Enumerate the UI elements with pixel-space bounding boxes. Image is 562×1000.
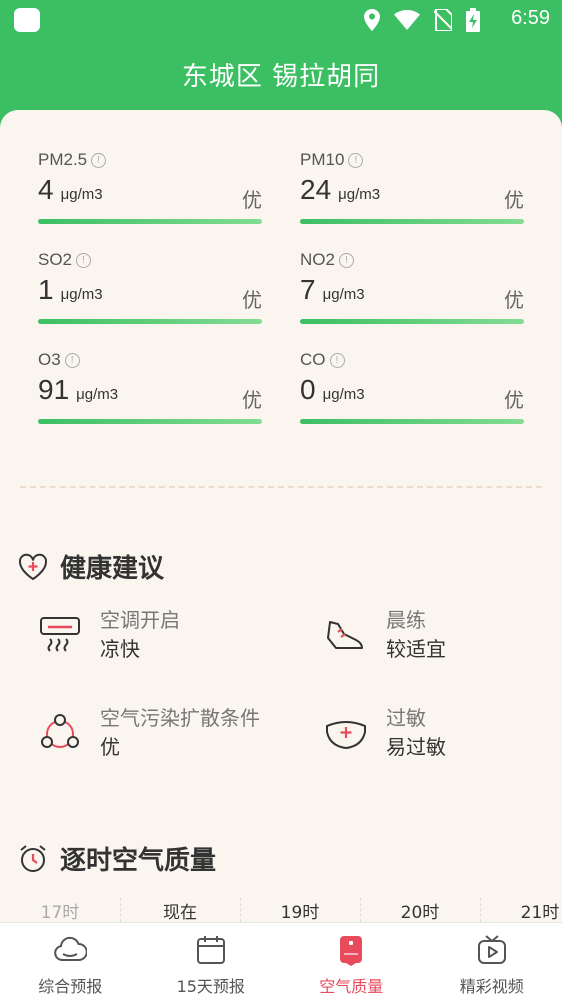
advice-value: 较适宜 bbox=[386, 637, 446, 661]
tab-15-day-forecast[interactable]: 15天预报 bbox=[141, 923, 282, 1000]
pollutant-unit: μg/m3 bbox=[338, 186, 381, 203]
location-title[interactable]: 东城区 锡拉胡同 bbox=[0, 56, 562, 93]
allergy-icon bbox=[326, 721, 366, 750]
tab-label: 空气质量 bbox=[319, 977, 384, 996]
pollutant-name: CO bbox=[300, 350, 326, 369]
hour-label: 20时 bbox=[400, 903, 440, 922]
pollutant-no2: NO2! 7 μg/m3 优 bbox=[300, 250, 524, 340]
sneaker-icon bbox=[327, 621, 363, 649]
info-icon[interactable]: ! bbox=[329, 352, 345, 368]
pollutant-level-bar bbox=[38, 219, 262, 224]
diffusion-icon bbox=[41, 714, 79, 748]
tab-label: 综合预报 bbox=[38, 977, 103, 996]
battery-charging-icon bbox=[466, 8, 480, 32]
info-icon[interactable]: ! bbox=[64, 352, 80, 368]
pollutant-name: SO2 bbox=[38, 250, 73, 269]
pollutant-value: 24 bbox=[300, 174, 332, 205]
tab-featured-videos[interactable]: 精彩视频 bbox=[422, 923, 562, 1000]
pollutant-value: 0 bbox=[300, 374, 316, 405]
alarm-clock-icon bbox=[20, 844, 46, 872]
info-icon[interactable]: ! bbox=[91, 152, 107, 168]
pollutant-unit: μg/m3 bbox=[76, 386, 119, 403]
advice-label: 空气污染扩散条件 bbox=[100, 706, 260, 730]
pollutant-co: CO! 0 μg/m3 优 bbox=[300, 350, 524, 440]
calendar-icon bbox=[196, 936, 225, 964]
pollutant-value: 91 bbox=[38, 374, 70, 405]
health-section-header: 健康建议 bbox=[18, 548, 164, 585]
advice-value: 优 bbox=[100, 735, 120, 759]
pollutant-level: 优 bbox=[504, 388, 524, 412]
advice-label: 空调开启 bbox=[100, 608, 180, 632]
advice-allergy: 过敏 易过敏 bbox=[324, 704, 446, 762]
pollutant-value: 4 bbox=[38, 174, 54, 205]
info-icon[interactable]: ! bbox=[338, 252, 354, 268]
wifi-icon bbox=[394, 10, 420, 30]
hour-label: 19时 bbox=[280, 903, 320, 922]
advice-pollution-diffusion: 空气污染扩散条件 优 bbox=[38, 704, 260, 762]
app-notification-icon bbox=[14, 8, 40, 32]
advice-label: 晨练 bbox=[386, 608, 426, 632]
advice-value: 易过敏 bbox=[386, 735, 446, 759]
pollutant-level: 优 bbox=[504, 288, 524, 312]
bottom-tab-bar: 综合预报 15天预报 空气质量 精彩视频 bbox=[0, 922, 562, 1000]
status-bar: 6:59 bbox=[0, 0, 562, 42]
pollutant-unit: μg/m3 bbox=[60, 186, 103, 203]
location-icon bbox=[364, 9, 380, 31]
pollutant-unit: μg/m3 bbox=[322, 286, 365, 303]
section-divider bbox=[20, 486, 542, 488]
advice-label: 过敏 bbox=[386, 706, 426, 730]
pollutant-o3: O3! 91 μg/m3 优 bbox=[38, 350, 262, 440]
info-icon[interactable]: ! bbox=[348, 152, 364, 168]
pollutant-level: 优 bbox=[242, 188, 262, 212]
main-content[interactable]: PM2.5! 4 μg/m3 优 PM10! 24 μg/m3 优 SO2! 1 μg… bbox=[0, 110, 562, 922]
advice-air-conditioner: 空调开启 凉快 bbox=[38, 606, 180, 664]
pollutant-name: O3 bbox=[38, 350, 61, 369]
hourly-section-header: 逐时空气质量 bbox=[18, 840, 216, 877]
pollutant-value: 1 bbox=[38, 274, 54, 305]
hour-label: 17时 bbox=[40, 903, 80, 922]
pollutant-pm25: PM2.5! 4 μg/m3 优 bbox=[38, 150, 262, 240]
advice-morning-exercise: 晨练 较适宜 bbox=[324, 606, 446, 664]
health-section-title: 健康建议 bbox=[60, 554, 165, 584]
status-time: 6:59 bbox=[511, 7, 550, 29]
pollutant-unit: μg/m3 bbox=[322, 386, 365, 403]
pollutant-name: PM2.5 bbox=[38, 150, 88, 169]
pollutant-level-bar bbox=[300, 319, 524, 324]
pollutant-level: 优 bbox=[242, 288, 262, 312]
pollutant-pm10: PM10! 24 μg/m3 优 bbox=[300, 150, 524, 240]
pollutant-level-bar bbox=[38, 319, 262, 324]
pollutant-level: 优 bbox=[504, 188, 524, 212]
hour-label: 21时 bbox=[520, 903, 560, 922]
pollutant-unit: μg/m3 bbox=[60, 286, 103, 303]
tab-label: 15天预报 bbox=[176, 977, 245, 996]
pollutant-level-bar bbox=[300, 219, 524, 224]
heart-plus-icon bbox=[18, 553, 48, 580]
advice-value: 凉快 bbox=[100, 637, 140, 661]
pollutant-level: 优 bbox=[242, 388, 262, 412]
hourly-section-title: 逐时空气质量 bbox=[60, 846, 217, 876]
pollutant-name: NO2 bbox=[300, 250, 335, 269]
pollutant-level-bar bbox=[300, 419, 524, 424]
tab-label: 精彩视频 bbox=[459, 977, 524, 996]
hourly-timeline[interactable]: 17时 现在 19时 20时 21时 bbox=[0, 898, 562, 922]
air-quality-icon bbox=[340, 936, 363, 966]
tab-comprehensive-forecast[interactable]: 综合预报 bbox=[0, 923, 141, 1000]
hour-label: 现在 bbox=[163, 903, 197, 922]
video-icon bbox=[477, 935, 506, 964]
info-icon[interactable]: ! bbox=[76, 252, 92, 268]
pollutant-level-bar bbox=[38, 419, 262, 424]
pollutant-value: 7 bbox=[300, 274, 316, 305]
pollutant-so2: SO2! 1 μg/m3 优 bbox=[38, 250, 262, 340]
pollutant-name: PM10 bbox=[300, 150, 345, 169]
no-sim-icon bbox=[434, 9, 452, 31]
air-conditioner-icon bbox=[40, 617, 80, 652]
cloud-icon bbox=[54, 936, 88, 961]
tab-air-quality[interactable]: 空气质量 bbox=[281, 923, 422, 1000]
